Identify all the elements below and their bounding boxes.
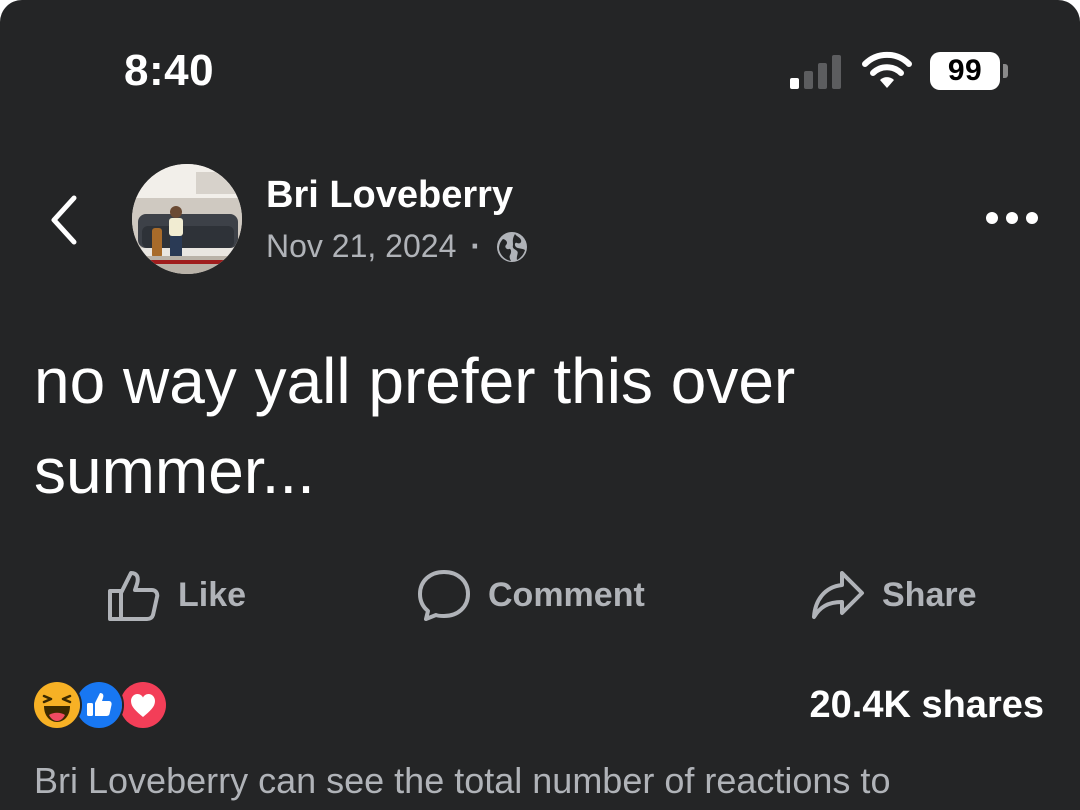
reactions-note: Bri Loveberry can see the total number o… [34,760,891,801]
haha-reaction-icon [32,680,82,730]
meta-separator: · [470,228,482,264]
post-meta: Nov 21, 2024 · [266,228,529,265]
comment-button[interactable]: Comment [416,564,645,626]
post-date[interactable]: Nov 21, 2024 [266,228,456,265]
shares-count[interactable]: 20.4K shares [810,684,1045,727]
post-screen: 8:40 99 Bri Loveberry Nov 21, 2024 · no … [0,0,1080,810]
globe-icon [497,231,528,262]
status-time: 8:40 [124,46,215,95]
share-button[interactable]: Share [810,564,977,626]
cellular-signal-icon [790,55,841,89]
battery-indicator: 99 [930,52,1000,90]
like-button[interactable]: Like [106,564,246,626]
author-name[interactable]: Bri Loveberry [266,174,513,217]
share-label: Share [882,575,977,614]
love-reaction-icon [118,680,168,730]
comment-bubble-icon [418,570,470,621]
comment-label: Comment [488,575,645,614]
thumbs-up-icon [108,571,160,621]
post-text: no way yall prefer this over summer... [34,345,796,507]
like-label: Like [178,575,247,614]
wifi-icon [862,51,912,88]
reactions-summary[interactable] [32,680,172,730]
avatar[interactable] [132,164,242,274]
more-horizontal-icon[interactable] [984,206,1040,230]
share-arrow-icon [812,571,864,619]
battery-cap [1003,64,1008,78]
avatar-photo [132,164,242,274]
chevron-left-icon[interactable] [44,192,84,248]
